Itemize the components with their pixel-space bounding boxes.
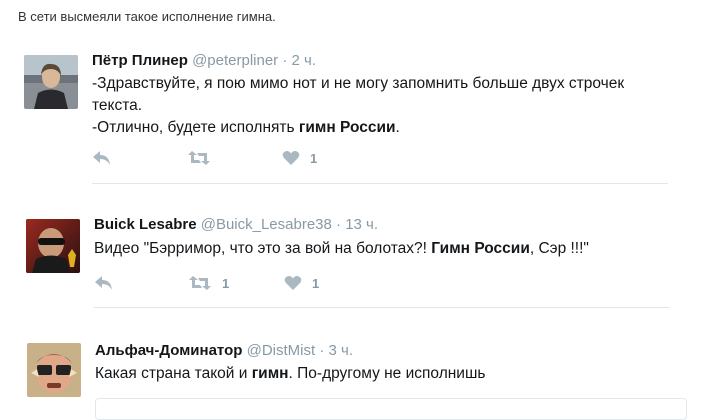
reply-icon: [92, 150, 112, 166]
separator-dot: ·: [336, 216, 342, 233]
tweet-header: Альфач-Доминатор @DistMist · 3 ч.: [95, 342, 353, 359]
author-name[interactable]: Альфач-Доминатор: [95, 342, 242, 359]
reply-icon: [94, 275, 114, 291]
avatar[interactable]: [26, 219, 80, 273]
retweet-icon: [187, 150, 211, 166]
tweet-text: -Здравствуйте, я пою мимо нот и не могу …: [92, 73, 692, 139]
tweet-text: Какая страна такой и гимн. По-другому не…: [95, 363, 695, 385]
avatar[interactable]: [27, 343, 81, 397]
tweet-header: Buick Lesabre @Buick_Lesabre38 · 13 ч.: [94, 216, 378, 233]
divider: [92, 183, 668, 184]
retweet-button[interactable]: [187, 150, 221, 166]
author-handle[interactable]: @peterpliner: [192, 52, 278, 69]
tweet-line: -Здравствуйте, я пою мимо нот и не могу …: [92, 75, 625, 92]
retweet-count: 1: [222, 275, 230, 291]
tweet-actions: 1 1: [94, 275, 394, 293]
heart-icon: [282, 150, 300, 166]
retweet-button[interactable]: 1: [188, 275, 229, 291]
avatar[interactable]: [24, 55, 78, 109]
like-count: 1: [310, 150, 318, 166]
tweet-line: текста.: [92, 97, 143, 114]
reply-button[interactable]: [94, 275, 114, 291]
tweet-actions: 1: [92, 150, 392, 168]
timestamp[interactable]: 2 ч.: [292, 52, 317, 69]
timestamp[interactable]: 3 ч.: [329, 342, 354, 359]
hashtag-bold: гимн: [251, 365, 289, 382]
embedded-card[interactable]: [95, 398, 687, 420]
reply-button[interactable]: [92, 150, 112, 166]
author-name[interactable]: Пётр Плинер: [92, 52, 188, 69]
like-button[interactable]: 1: [284, 275, 319, 291]
like-count: 1: [312, 275, 320, 291]
tweet-header: Пётр Плинер @peterpliner · 2 ч.: [92, 52, 316, 69]
tweet-line: Какая страна такой и гимн. По-другому не…: [95, 365, 486, 382]
tweet-line: Видео "Бэрримор, что это за вой на болот…: [94, 240, 589, 257]
hashtag-bold: гимн России: [298, 119, 396, 136]
hashtag-bold: Гимн России: [431, 240, 530, 257]
separator-dot: ·: [282, 52, 288, 69]
like-button[interactable]: 1: [282, 150, 317, 166]
retweet-icon: [188, 275, 212, 291]
tweet-line: -Отлично, будете исполнять гимн России.: [92, 119, 400, 136]
tweet-text: Видео "Бэрримор, что это за вой на болот…: [94, 238, 694, 260]
heart-icon: [284, 275, 302, 291]
divider: [94, 307, 670, 308]
page-caption: В сети высмеяли такое исполнение гимна.: [18, 9, 276, 24]
author-handle[interactable]: @DistMist: [247, 342, 316, 359]
separator-dot: ·: [319, 342, 325, 359]
timestamp[interactable]: 13 ч.: [345, 216, 378, 233]
author-handle[interactable]: @Buick_Lesabre38: [201, 216, 332, 233]
author-name[interactable]: Buick Lesabre: [94, 216, 197, 233]
